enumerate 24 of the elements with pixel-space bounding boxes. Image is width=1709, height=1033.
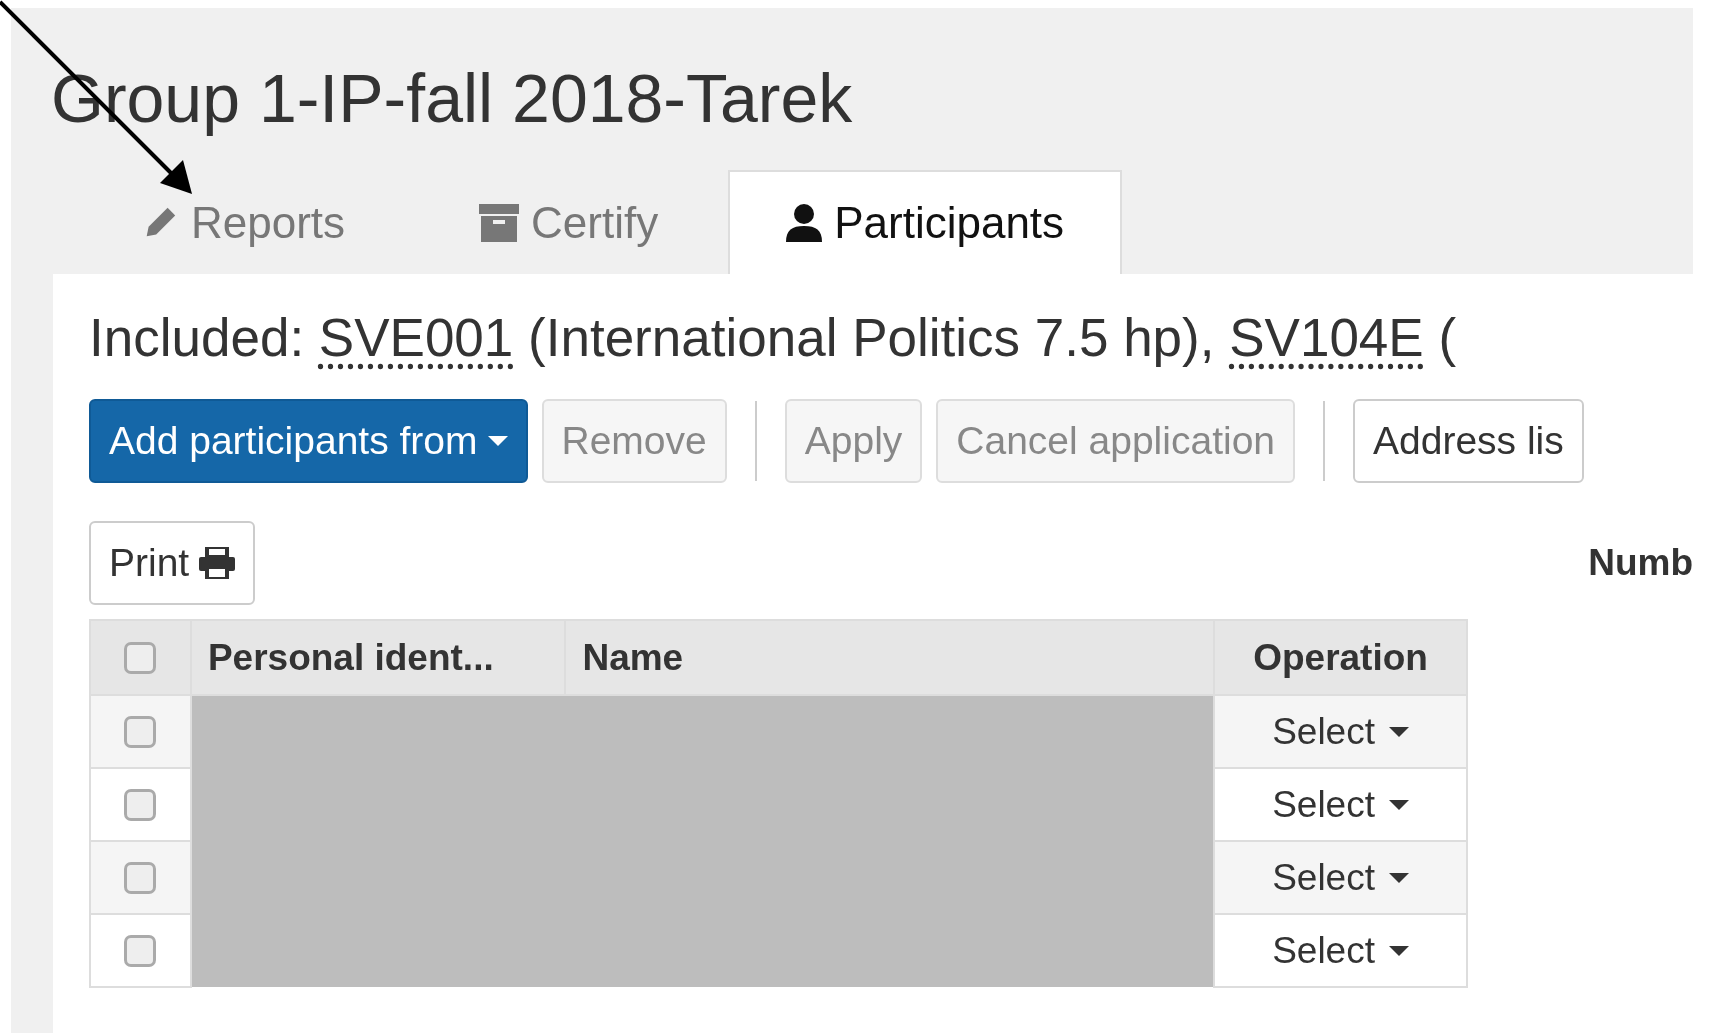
row-checkbox[interactable]	[124, 861, 157, 894]
column-header: Personal ident...	[190, 620, 566, 696]
number-label: Numb	[1588, 541, 1693, 586]
caret-icon	[1388, 872, 1409, 883]
caret-icon	[1388, 945, 1409, 956]
select-all-checkbox[interactable]	[124, 641, 157, 674]
tab[interactable]: Certify	[391, 169, 705, 274]
archive-box-icon	[479, 203, 520, 242]
row-checkbox[interactable]	[124, 934, 157, 967]
column-header: Name	[565, 620, 1215, 696]
user-icon	[786, 203, 823, 242]
column-header: Operation	[1214, 620, 1467, 696]
tab[interactable]: Reports	[53, 169, 392, 274]
caret-icon	[487, 436, 508, 447]
printer-icon	[199, 547, 236, 580]
row-checkbox[interactable]	[124, 715, 157, 748]
toolbar-button[interactable]: Address lis	[1353, 399, 1584, 484]
caret-icon	[1388, 726, 1409, 737]
caret-icon	[1388, 799, 1409, 810]
print-button[interactable]: Print	[89, 521, 256, 606]
add-participants-dropdown[interactable]: Add participants from	[89, 399, 528, 484]
included-courses-text: Included: SVE001 (International Politics 7.5 hp), SV104E (	[89, 306, 1458, 369]
tab[interactable]: Participants	[728, 169, 1123, 274]
row-checkbox[interactable]	[124, 788, 157, 821]
